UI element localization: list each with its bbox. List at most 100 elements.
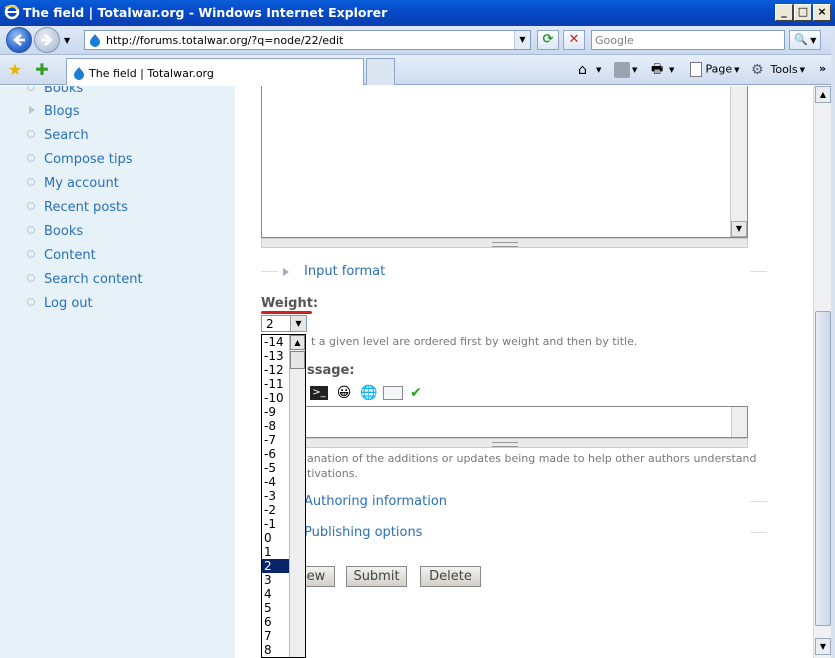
print-button[interactable]: 🖶 ▼ bbox=[651, 62, 674, 78]
page-scroll-thumb[interactable] bbox=[815, 311, 831, 626]
weight-option[interactable]: -7 bbox=[262, 433, 290, 447]
resize-grip[interactable] bbox=[261, 238, 748, 248]
url-text: http://forums.totalwar.org/?q=node/22/ed… bbox=[106, 34, 344, 47]
home-button[interactable]: ⌂ ▼ bbox=[578, 62, 601, 78]
delete-button[interactable]: Delete bbox=[420, 566, 481, 587]
log-textarea[interactable] bbox=[261, 406, 748, 438]
weight-option[interactable]: 6 bbox=[262, 615, 290, 629]
page-menu[interactable]: Page ▼ bbox=[690, 62, 740, 77]
search-icon: 🔍 bbox=[794, 33, 808, 46]
window-frame-edge bbox=[831, 26, 835, 658]
dropdown-scrollbar[interactable]: ▲ bbox=[289, 335, 305, 657]
submit-button[interactable]: Submit bbox=[346, 566, 407, 587]
log-textarea-scrollbar[interactable] bbox=[731, 407, 747, 437]
authoring-information-link[interactable]: Authoring information bbox=[304, 494, 447, 509]
home-icon: ⌂ bbox=[578, 62, 587, 78]
url-field[interactable]: http://forums.totalwar.org/?q=node/22/ed… bbox=[84, 30, 531, 50]
weight-option[interactable]: -2 bbox=[262, 503, 290, 517]
weight-option[interactable]: -12 bbox=[262, 363, 290, 377]
scroll-down-icon[interactable]: ▼ bbox=[731, 221, 747, 237]
ie-logo-icon bbox=[4, 4, 20, 20]
weight-option[interactable]: 4 bbox=[262, 587, 290, 601]
weight-description: t a given level are ordered first by wei… bbox=[311, 335, 638, 348]
weight-select[interactable]: 2 ▼ bbox=[261, 315, 307, 332]
sidebar-item-blogs[interactable]: Blogs bbox=[44, 104, 80, 119]
new-tab-button[interactable] bbox=[366, 58, 395, 85]
weight-option[interactable]: -9 bbox=[262, 405, 290, 419]
page-scrollbar[interactable]: ▲ ▼ bbox=[813, 86, 831, 658]
bullet-icon bbox=[27, 86, 35, 91]
log-resize-grip[interactable] bbox=[261, 438, 748, 448]
history-dropdown-icon[interactable]: ▼ bbox=[64, 36, 70, 45]
drupal-favicon-icon bbox=[74, 67, 84, 80]
scroll-up-icon[interactable]: ▲ bbox=[815, 86, 831, 103]
close-button[interactable]: × bbox=[813, 4, 831, 21]
sidebar-item-books[interactable]: Books bbox=[44, 86, 83, 96]
log-description-line1: anation of the additions or updates bein… bbox=[307, 452, 757, 465]
weight-option-selected[interactable]: 2 bbox=[262, 559, 290, 573]
back-button[interactable] bbox=[6, 27, 32, 53]
image-insert-icon[interactable] bbox=[383, 386, 403, 400]
tab-the-field[interactable]: The field | Totalwar.org bbox=[66, 58, 364, 85]
weight-option[interactable]: -8 bbox=[262, 419, 290, 433]
checkmark-icon[interactable]: ✔ bbox=[406, 384, 426, 402]
divider bbox=[261, 271, 278, 272]
scroll-up-icon[interactable]: ▲ bbox=[290, 335, 305, 350]
bullet-icon bbox=[27, 202, 35, 210]
sidebar-item-books-2[interactable]: Books bbox=[44, 224, 83, 239]
sidebar-item-content[interactable]: Content bbox=[44, 248, 96, 263]
weight-dropdown-list[interactable]: -14 -13 -12 -11 -10 -9 -8 -7 -6 -5 -4 -3… bbox=[261, 334, 306, 658]
terminal-icon[interactable]: >_ bbox=[310, 386, 328, 400]
minimize-button[interactable]: _ bbox=[775, 4, 793, 21]
weight-option[interactable]: -11 bbox=[262, 377, 290, 391]
sidebar-item-log-out[interactable]: Log out bbox=[44, 296, 93, 311]
weight-option[interactable]: -13 bbox=[262, 349, 290, 363]
weight-option[interactable]: -5 bbox=[262, 461, 290, 475]
weight-option[interactable]: 5 bbox=[262, 601, 290, 615]
weight-option[interactable]: 0 bbox=[262, 531, 290, 545]
weight-option[interactable]: 3 bbox=[262, 573, 290, 587]
sidebar-item-compose-tips[interactable]: Compose tips bbox=[44, 152, 133, 167]
publishing-options-link[interactable]: Publishing options bbox=[304, 525, 422, 540]
body-textarea[interactable]: ▼ bbox=[261, 86, 748, 238]
weight-option[interactable]: -4 bbox=[262, 475, 290, 489]
feeds-button[interactable]: ▼ bbox=[614, 62, 637, 78]
expand-triangle-icon bbox=[29, 106, 35, 114]
divider bbox=[750, 501, 767, 502]
weight-option[interactable]: -1 bbox=[262, 517, 290, 531]
sidebar-item-search[interactable]: Search bbox=[44, 128, 89, 143]
sidebar-item-search-content[interactable]: Search content bbox=[44, 272, 143, 287]
textarea-scrollbar[interactable]: ▼ bbox=[730, 86, 747, 237]
add-favorites-icon[interactable]: ✚ bbox=[33, 61, 51, 79]
bullet-icon bbox=[27, 274, 35, 282]
weight-option[interactable]: 7 bbox=[262, 629, 290, 643]
more-chevron-icon[interactable]: » bbox=[819, 62, 826, 75]
edit-form: ▼ Input format Weight: 2 ▼ t a given lev… bbox=[235, 86, 813, 658]
tools-menu[interactable]: ⚙ Tools ▼ bbox=[751, 62, 805, 78]
forward-button[interactable] bbox=[34, 27, 60, 53]
input-format-link[interactable]: Input format bbox=[304, 264, 385, 279]
globe-icon[interactable]: 🌐 bbox=[359, 384, 379, 402]
search-input[interactable]: Google bbox=[591, 30, 785, 50]
sidebar-item-my-account[interactable]: My account bbox=[44, 176, 119, 191]
stop-button[interactable]: ✕ bbox=[563, 30, 585, 50]
url-dropdown-icon[interactable]: ▼ bbox=[514, 31, 530, 49]
chevron-down-icon[interactable]: ▼ bbox=[290, 316, 306, 331]
weight-option[interactable]: -6 bbox=[262, 447, 290, 461]
log-message-label: ssage: bbox=[307, 363, 355, 378]
search-button[interactable]: 🔍 ▼ bbox=[789, 30, 821, 50]
refresh-button[interactable]: ⟳ bbox=[537, 30, 559, 50]
sidebar-item-recent-posts[interactable]: Recent posts bbox=[44, 200, 128, 215]
favorites-star-icon[interactable]: ★ bbox=[6, 61, 24, 79]
maximize-button[interactable]: □ bbox=[794, 4, 812, 21]
smiley-icon[interactable]: 😀 bbox=[334, 384, 354, 402]
drupal-favicon-icon bbox=[90, 34, 100, 47]
weight-option[interactable]: -3 bbox=[262, 489, 290, 503]
weight-option[interactable]: 1 bbox=[262, 545, 290, 559]
weight-option[interactable]: -10 bbox=[262, 391, 290, 405]
dropdown-scroll-thumb[interactable] bbox=[290, 351, 305, 369]
weight-option[interactable]: -14 bbox=[262, 335, 290, 349]
bullet-icon bbox=[27, 226, 35, 234]
scroll-down-icon[interactable]: ▼ bbox=[815, 638, 831, 655]
weight-option[interactable]: 8 bbox=[262, 643, 290, 657]
